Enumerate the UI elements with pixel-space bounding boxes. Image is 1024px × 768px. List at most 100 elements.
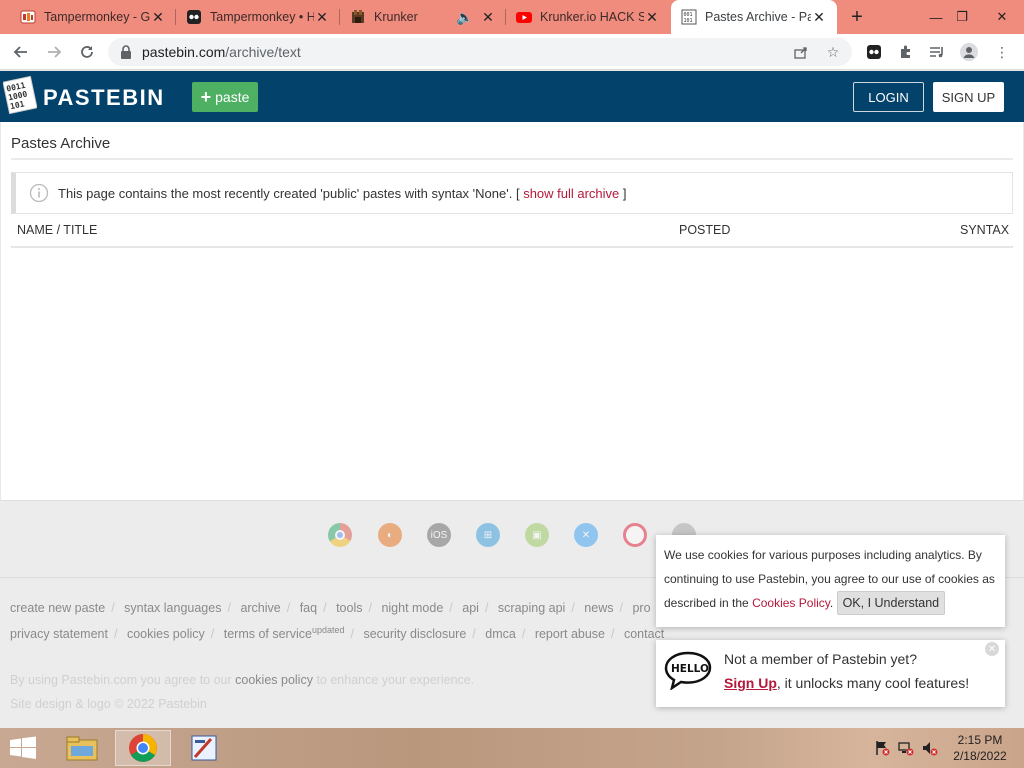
pastebin-icon: 001 101 [681, 9, 697, 25]
address-bar[interactable]: pastebin.com/archive/text ☆ [108, 38, 852, 66]
window-close-icon[interactable]: ✕ [986, 0, 1018, 34]
windows-icon[interactable]: ⊞ [476, 523, 500, 547]
paint-taskbar-icon[interactable] [176, 730, 232, 766]
divider [11, 158, 1013, 160]
promo-signup-link[interactable]: Sign Up [724, 675, 777, 691]
footer-link-create-new-paste[interactable]: create new paste [10, 601, 105, 615]
forward-icon[interactable] [41, 39, 67, 65]
signup-promo-popup: HELLO Not a member of Pastebin yet? Sign… [656, 640, 1005, 707]
tab-title: Krunker [374, 10, 418, 24]
notice-text: This page contains the most recently cre… [58, 185, 627, 201]
footer-link-dmca[interactable]: dmca [485, 627, 516, 641]
column-header-posted: POSTED [679, 223, 731, 237]
updated-badge: updated [311, 625, 345, 635]
footer-link-api[interactable]: api [462, 601, 479, 615]
reload-icon[interactable] [74, 39, 100, 65]
footer-link-tools[interactable]: tools [336, 601, 362, 615]
cookie-ok-button[interactable]: OK, I Understand [836, 591, 946, 615]
legal-notice: By using Pastebin.com you agree to our c… [10, 673, 475, 687]
firefox-icon[interactable]: ◐ [378, 523, 402, 547]
opera-icon[interactable] [623, 523, 647, 547]
back-icon[interactable] [8, 39, 34, 65]
windows-taskbar: 2:15 PM 2/18/2022 [0, 728, 1024, 768]
footer-link-archive[interactable]: archive [240, 601, 280, 615]
tab-tampermonkey-2[interactable]: Tampermonkey • H ✕ [176, 0, 340, 34]
action-center-flag-icon[interactable] [874, 740, 890, 756]
footer-link-privacy-statement[interactable]: privacy statement [10, 627, 108, 641]
profile-avatar-icon[interactable] [960, 43, 978, 61]
tab-title: Pastes Archive - Pa [705, 10, 811, 24]
footer-links-row-2: privacy statement / cookies policy / terms… [10, 625, 665, 642]
network-icon[interactable] [898, 740, 914, 756]
tab-youtube[interactable]: Krunker.io HACK S ✕ [506, 0, 670, 34]
legal-cookies-policy-link[interactable]: cookies policy [235, 673, 313, 687]
android-icon[interactable]: ▣ [525, 523, 549, 547]
lock-icon [121, 45, 131, 59]
tampermonkey-extension-icon[interactable] [865, 43, 883, 61]
brand-name[interactable]: PASTEBIN [43, 85, 165, 111]
tampermonkey-icon [186, 9, 202, 25]
footer-link-pro[interactable]: pro [632, 601, 650, 615]
windows-start-icon[interactable] [8, 736, 38, 760]
speaker-icon[interactable]: 🔈 [456, 9, 473, 26]
krunker-icon [350, 9, 366, 25]
info-icon [29, 183, 49, 203]
footer-link-night-mode[interactable]: night mode [381, 601, 443, 615]
copyright: Site design & logo © 2022 Pastebin [10, 697, 207, 711]
footer-link-scraping-api[interactable]: scraping api [498, 601, 565, 615]
footer-link-news[interactable]: news [584, 601, 613, 615]
tab-strip: Tampermonkey - G ✕ Tampermonkey • H ✕ Kr… [0, 0, 1024, 34]
pastebin-logo-icon[interactable]: 0011 1000 101 [3, 76, 37, 114]
tab-krunker[interactable]: Krunker 🔈 ✕ [340, 0, 506, 34]
footer-link-cookies-policy[interactable]: cookies policy [127, 627, 205, 641]
new-paste-button[interactable]: + paste [192, 82, 258, 112]
chrome-icon[interactable] [328, 523, 352, 547]
chrome-taskbar-icon[interactable] [115, 730, 171, 766]
footer-link-faq[interactable]: faq [300, 601, 317, 615]
cookie-text: We use cookies for various purposes incl… [664, 548, 995, 610]
tab-close-icon[interactable]: ✕ [314, 9, 330, 26]
footer-link-terms-of-service[interactable]: terms of serviceupdated [224, 625, 345, 641]
cookie-consent-popup: We use cookies for various purposes incl… [656, 535, 1005, 627]
restore-icon[interactable]: ❐ [946, 0, 978, 34]
share-icon[interactable] [790, 42, 812, 62]
volume-muted-icon[interactable] [922, 740, 938, 756]
promo-close-icon[interactable]: ✕ [985, 642, 999, 656]
media-queue-icon[interactable] [928, 43, 946, 61]
extensions-puzzle-icon[interactable] [897, 43, 915, 61]
bookmark-star-icon[interactable]: ☆ [822, 42, 844, 62]
tab-pastes-archive[interactable]: 001 101 Pastes Archive - Pa ✕ [671, 0, 837, 34]
footer-link-syntax-languages[interactable]: syntax languages [124, 601, 221, 615]
file-explorer-taskbar-icon[interactable] [54, 730, 110, 766]
promo-line-1: Not a member of Pastebin yet? [724, 651, 917, 667]
ios-icon[interactable]: iOS [427, 523, 451, 547]
login-button[interactable]: LOGIN [853, 82, 924, 112]
page-title: Pastes Archive [11, 135, 111, 152]
tab-close-icon[interactable]: ✕ [150, 9, 166, 26]
show-full-archive-link[interactable]: show full archive [523, 186, 619, 201]
menu-kebab-icon[interactable]: ⋮ [993, 43, 1011, 61]
hello-speech-bubble-icon: HELLO [664, 651, 712, 690]
footer-link-security-disclosure[interactable]: security disclosure [363, 627, 466, 641]
column-header-syntax: SYNTAX [960, 223, 1010, 237]
mac-icon[interactable]: ✕ [574, 523, 598, 547]
footer-link-report-abuse[interactable]: report abuse [535, 627, 605, 641]
plus-icon: + [200, 86, 212, 107]
site-header: 0011 1000 101 PASTEBIN + paste LOGIN SIG… [0, 71, 1024, 122]
browser-toolbar: pastebin.com/archive/text ☆ ⋮ [0, 34, 1024, 70]
promo-line-2: Sign Up, it unlocks many cool features! [724, 675, 970, 691]
tab-close-icon[interactable]: ✕ [811, 9, 827, 26]
tab-title: Krunker.io HACK S [540, 10, 644, 24]
tab-close-icon[interactable]: ✕ [480, 9, 496, 26]
clock-date: 2/18/2022 [953, 749, 1007, 763]
tab-title: Tampermonkey • H [210, 10, 314, 24]
info-notice: This page contains the most recently cre… [11, 172, 1013, 214]
tab-close-icon[interactable]: ✕ [644, 9, 660, 26]
new-tab-button[interactable]: + [846, 6, 868, 28]
system-clock[interactable]: 2:15 PM 2/18/2022 [940, 732, 1020, 764]
paste-label: paste [215, 89, 250, 105]
cookies-policy-link[interactable]: Cookies Policy [752, 596, 830, 610]
signup-button[interactable]: SIGN UP [933, 82, 1004, 112]
column-header-name: NAME / TITLE [17, 223, 98, 237]
tab-tampermonkey-1[interactable]: Tampermonkey - G ✕ [10, 0, 176, 34]
